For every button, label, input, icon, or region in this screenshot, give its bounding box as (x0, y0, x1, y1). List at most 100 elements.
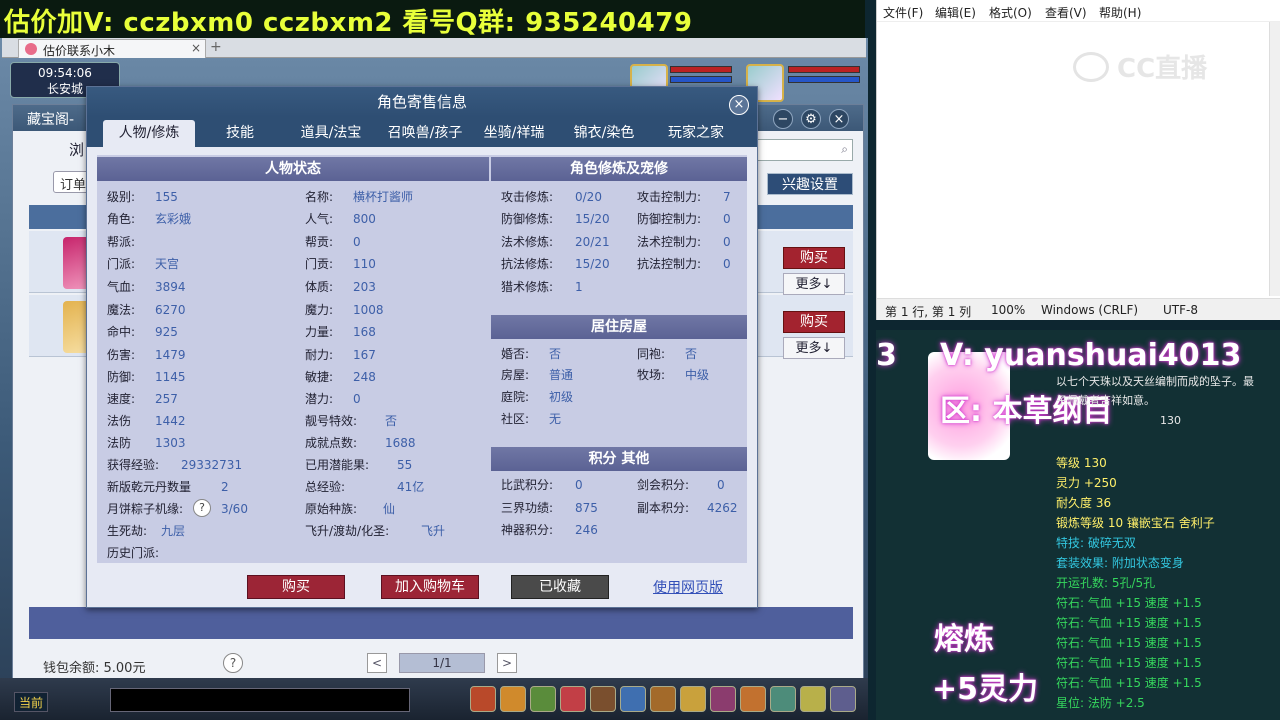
status-zoom: 100% (991, 303, 1026, 317)
skill-icon[interactable] (680, 686, 706, 712)
stream-item-panel: 3 V: yuanshuai4013 区: 本草纲目 以七个天珠以及天丝编制而成… (876, 330, 1280, 720)
notepad-scrollbar[interactable] (1269, 22, 1280, 296)
settings-icon[interactable]: ⚙ (801, 109, 821, 129)
help-icon[interactable]: ? (223, 653, 243, 673)
item-stat: 符石: 气血 +15 速度 +1.5 (1056, 596, 1202, 610)
chat-input[interactable] (110, 688, 410, 712)
stat-history-school: 历史门派: (107, 546, 160, 560)
skill-icon[interactable] (590, 686, 616, 712)
stat-qianyuan: 新版乾元丹数量 2 (107, 480, 229, 494)
skill-icon[interactable] (500, 686, 526, 712)
item-stat: 星位: 法防 +2.5 (1056, 696, 1145, 710)
menu-view[interactable]: 查看(V) (1045, 4, 1087, 21)
pet-hp-bar (670, 66, 732, 73)
search-icon[interactable]: ⌕ (841, 142, 848, 157)
item-stat: 符石: 气血 +15 速度 +1.5 (1056, 636, 1202, 650)
tab-skills[interactable]: 技能 (205, 120, 275, 147)
menu-format[interactable]: 格式(O) (989, 4, 1032, 21)
skill-icon[interactable] (800, 686, 826, 712)
stat-guild: 帮派: (107, 235, 136, 249)
skill-icon[interactable] (560, 686, 586, 712)
stat-agility: 敏捷: 248 (305, 370, 376, 384)
overlay-contact: V: yuanshuai4013 (940, 338, 1242, 373)
web-version-link[interactable]: 使用网页版 (653, 577, 723, 597)
tab-items[interactable]: 道具/法宝 (287, 120, 375, 147)
stat-defense: 防御: 1145 (107, 370, 186, 384)
close-icon[interactable]: × (829, 109, 849, 129)
skill-icon[interactable] (530, 686, 556, 712)
item-stat: 灵力 +250 (1056, 476, 1117, 490)
favorited-button[interactable]: 已收藏 (511, 575, 609, 599)
cult-defense: 防御修炼: 15/20 (501, 212, 610, 226)
menu-edit[interactable]: 编辑(E) (935, 4, 976, 21)
tab-outfits[interactable]: 锦衣/染色 (563, 120, 645, 147)
item-description: 以七个天珠以及天丝编制而成的坠子。最 (1056, 375, 1254, 388)
points-pvp: 比武积分: 0 (501, 478, 583, 492)
buy-button[interactable]: 购买 (783, 247, 845, 269)
stat-tribulation: 生死劫: 九层 (107, 524, 186, 538)
add-to-cart-button[interactable]: 加入购物车 (381, 575, 479, 599)
more-button[interactable]: 更多↓ (783, 337, 845, 359)
list-footer-bar (29, 607, 853, 639)
prev-page-button[interactable]: < (367, 653, 387, 673)
interest-settings-button[interactable]: 兴趣设置 (767, 173, 853, 195)
item-stat: 符石: 气血 +15 速度 +1.5 (1056, 676, 1202, 690)
next-page-button[interactable]: > (497, 653, 517, 673)
dialog-title: 角色寄售信息 (87, 87, 757, 117)
player-mp-bar (788, 76, 860, 83)
stat-mp: 魔法: 6270 (107, 303, 186, 317)
cult-resist: 抗法修炼: 15/20 (501, 257, 610, 271)
skill-icon[interactable] (470, 686, 496, 712)
buy-button[interactable]: 购买 (247, 575, 345, 599)
tab-character[interactable]: 人物/修炼 (103, 120, 195, 147)
stream-watermark: CC直播 (1117, 54, 1208, 84)
cbg-nav-text[interactable]: 浏 (69, 139, 84, 160)
help-icon[interactable]: ? (193, 499, 211, 517)
status-encoding: UTF-8 (1163, 303, 1198, 317)
stat-guild-contrib: 帮贡: 0 (305, 235, 361, 249)
item-stat: 符石: 气血 +15 速度 +1.5 (1056, 656, 1202, 670)
stat-strength: 力量: 168 (305, 325, 376, 339)
item-description-3: 130 (1160, 414, 1181, 427)
stat-achievement: 成就点数: 1688 (305, 436, 416, 450)
menu-help[interactable]: 帮助(H) (1099, 4, 1141, 21)
points-artifact: 神器积分: 246 (501, 523, 598, 537)
tab-home[interactable]: 玩家之家 (655, 120, 737, 147)
close-icon[interactable]: × (729, 95, 749, 115)
skill-icon[interactable] (770, 686, 796, 712)
overlay-smelt: 熔炼 (934, 622, 994, 657)
tab-close-icon[interactable]: × (191, 41, 201, 55)
stat-hp: 气血: 3894 (107, 280, 186, 294)
stream-banner: 估价加V: cczbxm0 cczbxm2 看号Q群: 935240479 (0, 0, 865, 38)
tab-favicon-icon (25, 43, 37, 55)
tab-pets[interactable]: 召唤兽/孩子 (379, 120, 471, 147)
buy-button[interactable]: 购买 (783, 311, 845, 333)
browser-tab[interactable]: 估价联系小木 × (18, 39, 206, 58)
skill-icon[interactable] (710, 686, 736, 712)
watermark-logo-icon (1073, 52, 1109, 82)
tab-mounts[interactable]: 坐骑/祥瑞 (475, 120, 553, 147)
notepad-statusbar: 第 1 行, 第 1 列 100% Windows (CRLF) UTF-8 (877, 298, 1280, 320)
chat-channel-button[interactable]: 当前 (14, 692, 48, 712)
points-merit: 三界功绩: 875 (501, 501, 598, 515)
skill-icon[interactable] (620, 686, 646, 712)
player-hp-bar (788, 66, 860, 73)
dialog-body: 人物状态 角色修炼及宠修 居住房屋 积分 其他 级别: 155 角色: 玄彩娥 帮派… (97, 155, 747, 563)
stat-magic-damage: 法伤 1442 (107, 414, 186, 428)
item-stat: 特技: 破碎无双 (1056, 536, 1136, 550)
page-indicator: 1/1 (399, 653, 485, 673)
skill-icon[interactable] (650, 686, 676, 712)
cult-resist-control: 抗法控制力: 0 (637, 257, 731, 271)
skill-icon[interactable] (830, 686, 856, 712)
stat-school-contrib: 门贡: 110 (305, 257, 376, 271)
stat-race: 原始种族: 仙 (305, 502, 396, 516)
wallet-balance: 钱包余额: 5.00元 (43, 661, 146, 676)
more-button[interactable]: 更多↓ (783, 273, 845, 295)
stat-level: 级别: 155 (107, 190, 178, 204)
minimize-icon[interactable]: − (773, 109, 793, 129)
item-stat: 锻炼等级 10 镶嵌宝石 舍利子 (1056, 516, 1215, 530)
menu-file[interactable]: 文件(F) (883, 4, 923, 21)
new-tab-icon[interactable]: + (210, 39, 222, 55)
skill-icon[interactable] (740, 686, 766, 712)
stat-popularity: 人气: 800 (305, 212, 376, 226)
